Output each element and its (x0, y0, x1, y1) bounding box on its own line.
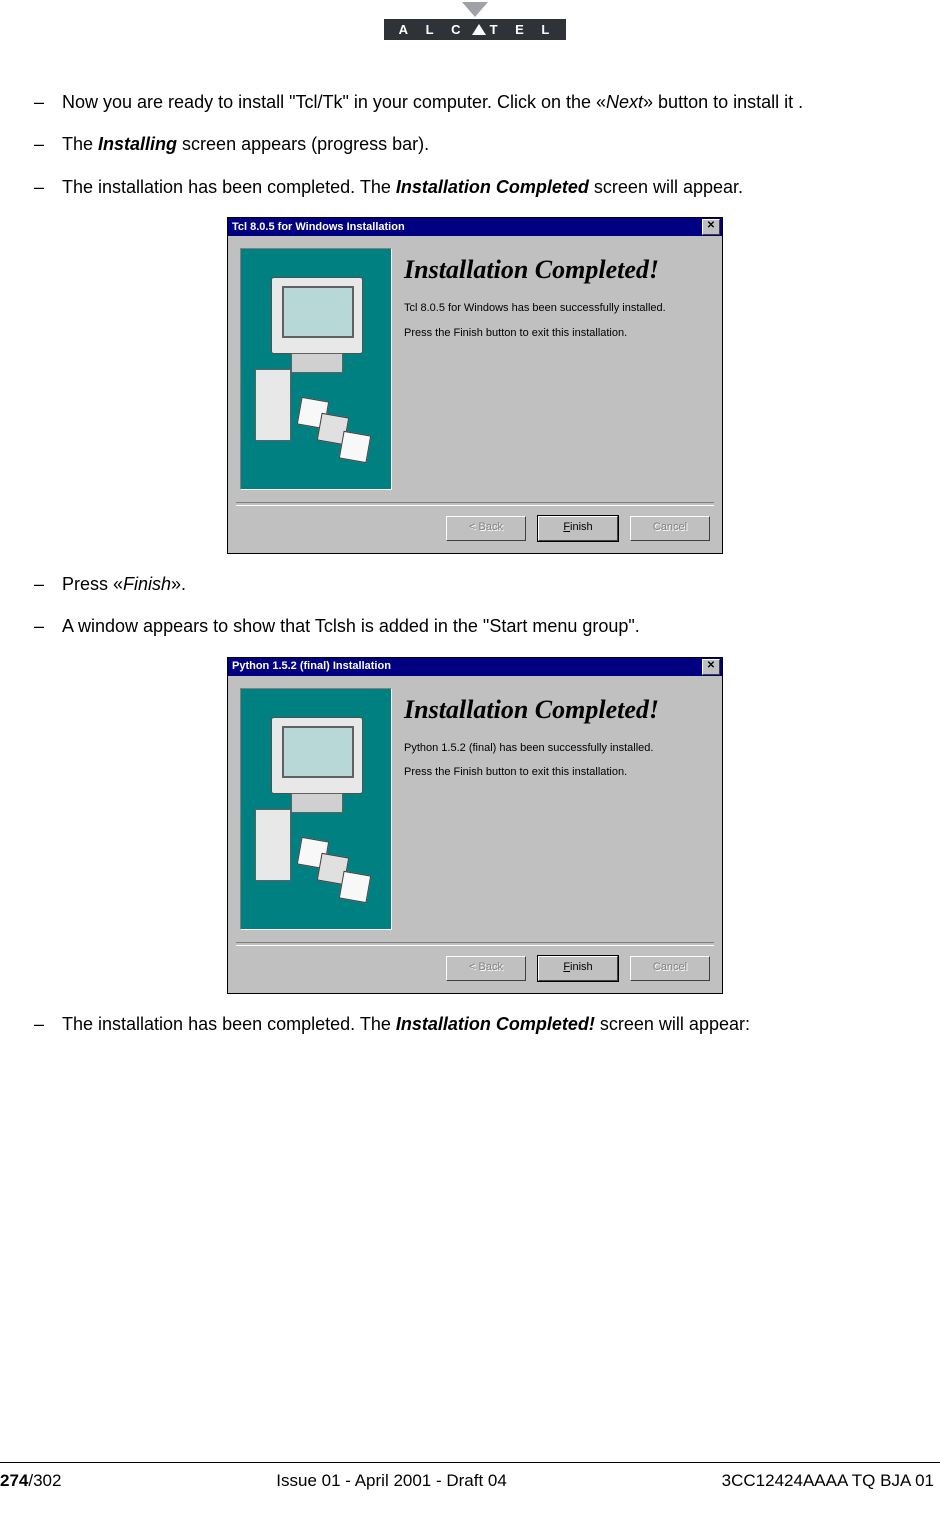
wizard-side-art (240, 248, 392, 490)
screenshot-dialog-2: Python 1.5.2 (final) Installation ✕ (30, 657, 920, 994)
bullet-dash: – (30, 572, 62, 596)
footer-center: Issue 01 - April 2001 - Draft 04 (276, 1471, 507, 1491)
cancel-button: Cancel (630, 956, 710, 981)
monitor-icon (271, 277, 363, 354)
screenshot-dialog-1: Tcl 8.0.5 for Windows Installation ✕ (30, 217, 920, 554)
floppy-icon (339, 431, 371, 463)
triangle-down-icon (462, 2, 488, 17)
logo-bar: A L CT E L (384, 19, 567, 40)
list-item: – Press «Finish». (30, 572, 920, 596)
triangle-up-icon (472, 24, 486, 35)
titlebar-text: Python 1.5.2 (final) Installation (230, 659, 702, 674)
bullet-text: The Installing screen appears (progress … (62, 132, 920, 156)
titlebar: Tcl 8.0.5 for Windows Installation ✕ (228, 218, 722, 236)
bullet-dash: – (30, 175, 62, 199)
installer-dialog: Tcl 8.0.5 for Windows Installation ✕ (227, 217, 723, 554)
bullet-text: A window appears to show that Tclsh is a… (62, 614, 920, 638)
titlebar-text: Tcl 8.0.5 for Windows Installation (230, 220, 702, 235)
wizard-side-art (240, 688, 392, 930)
dialog-text: Python 1.5.2 (final) has been successful… (404, 741, 710, 756)
list-item: – A window appears to show that Tclsh is… (30, 614, 920, 638)
dialog-heading: Installation Completed! (404, 252, 710, 287)
close-icon[interactable]: ✕ (702, 219, 720, 235)
installer-dialog: Python 1.5.2 (final) Installation ✕ (227, 657, 723, 994)
bullet-dash: – (30, 1012, 62, 1036)
page-number: 274/302 (0, 1471, 61, 1491)
alcatel-logo: A L CT E L (384, 2, 567, 40)
dialog-text: Tcl 8.0.5 for Windows has been successfu… (404, 301, 710, 316)
monitor-icon (271, 717, 363, 794)
bullet-text: Now you are ready to install "Tcl/Tk" in… (62, 90, 920, 114)
back-button: < Back (446, 516, 526, 541)
bullet-dash: – (30, 614, 62, 638)
close-icon[interactable]: ✕ (702, 659, 720, 675)
list-item: – The installation has been completed. T… (30, 175, 920, 199)
list-item: – The installation has been completed. T… (30, 1012, 920, 1036)
bullet-text: The installation has been completed. The… (62, 1012, 920, 1036)
cancel-button: Cancel (630, 516, 710, 541)
back-button: < Back (446, 956, 526, 981)
titlebar: Python 1.5.2 (final) Installation ✕ (228, 658, 722, 676)
bullet-dash: – (30, 132, 62, 156)
list-item: – Now you are ready to install "Tcl/Tk" … (30, 90, 920, 114)
dialog-heading: Installation Completed! (404, 692, 710, 727)
dialog-text: Press the Finish button to exit this ins… (404, 326, 710, 341)
page-content: – Now you are ready to install "Tcl/Tk" … (30, 90, 920, 1036)
bullet-dash: – (30, 90, 62, 114)
finish-button[interactable]: Finish (538, 956, 618, 981)
list-item: – The Installing screen appears (progres… (30, 132, 920, 156)
bullet-text: The installation has been completed. The… (62, 175, 920, 199)
page-footer: 274/302 Issue 01 - April 2001 - Draft 04… (0, 1462, 940, 1495)
finish-button[interactable]: Finish (538, 516, 618, 541)
footer-docref: 3CC12424AAAA TQ BJA 01 (722, 1471, 934, 1491)
bullet-text: Press «Finish». (62, 572, 920, 596)
page-header: A L CT E L (30, 0, 920, 80)
floppy-icon (339, 870, 371, 902)
dialog-text: Press the Finish button to exit this ins… (404, 765, 710, 780)
